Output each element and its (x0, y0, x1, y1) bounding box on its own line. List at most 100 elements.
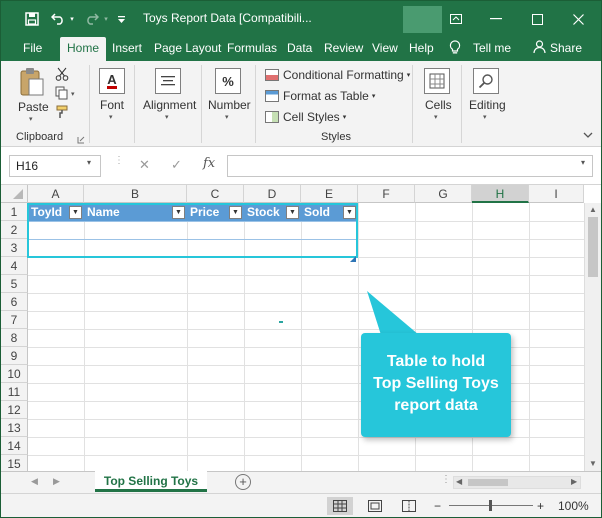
close-icon[interactable] (563, 7, 593, 31)
share-button[interactable]: Share (550, 41, 582, 55)
enter-icon[interactable]: ✓ (171, 157, 182, 173)
row-header[interactable]: 6 (1, 293, 28, 311)
editing-dropdown-icon[interactable]: ▾ (483, 113, 487, 121)
zoom-level[interactable]: 100% (558, 499, 589, 513)
copy-dropdown-icon[interactable]: ▾ (71, 90, 75, 98)
add-sheet-icon[interactable]: + (235, 474, 251, 490)
tell-me-search[interactable]: Tell me (473, 41, 511, 55)
number-format-icon[interactable]: % (215, 68, 241, 94)
paste-dropdown-icon[interactable]: ▾ (29, 115, 33, 123)
tab-page-layout[interactable]: Page Layout (154, 41, 221, 55)
collapse-ribbon-icon[interactable] (583, 129, 595, 139)
row-header[interactable]: 11 (1, 383, 28, 401)
row-header[interactable]: 3 (1, 239, 28, 257)
cells-dropdown-icon[interactable]: ▾ (434, 113, 438, 121)
tab-data[interactable]: Data (287, 41, 312, 55)
zoom-in-icon[interactable]: + (537, 499, 544, 513)
row-header[interactable]: 15 (1, 455, 28, 471)
row-header[interactable]: 10 (1, 365, 28, 383)
scroll-up-icon[interactable]: ▲ (589, 205, 597, 214)
column-header[interactable]: C (187, 185, 244, 203)
sheet-next-icon[interactable]: ▶ (53, 476, 60, 487)
column-header[interactable]: I (529, 185, 584, 203)
page-layout-view-icon[interactable] (362, 497, 388, 515)
page-break-view-icon[interactable] (396, 497, 422, 515)
sheet-prev-icon[interactable]: ◀ (31, 476, 38, 487)
normal-view-icon[interactable] (327, 497, 353, 515)
tab-review[interactable]: Review (324, 41, 363, 55)
column-header[interactable]: G (415, 185, 472, 203)
tab-split-grip-icon[interactable]: ⋮ (441, 475, 451, 485)
cell-styles-button[interactable]: Cell Styles ▾ (265, 110, 346, 124)
vertical-scroll-thumb[interactable] (588, 217, 598, 277)
number-dropdown-icon[interactable]: ▾ (225, 113, 229, 121)
column-header[interactable]: A (28, 185, 84, 203)
formula-expand-icon[interactable]: ▾ (581, 158, 585, 167)
clipboard-launcher-icon[interactable] (77, 133, 85, 144)
cells-button[interactable]: Cells (425, 98, 452, 112)
select-all-corner[interactable] (1, 185, 28, 203)
save-icon[interactable] (21, 9, 43, 29)
row-header[interactable]: 7 (1, 311, 28, 329)
row-header[interactable]: 12 (1, 401, 28, 419)
maximize-icon[interactable] (522, 7, 552, 31)
paste-button[interactable]: Paste (18, 100, 49, 114)
row-header[interactable]: 5 (1, 275, 28, 293)
tab-home[interactable]: Home (60, 37, 107, 61)
name-box-dropdown-icon[interactable]: ▾ (87, 158, 91, 167)
paste-icon[interactable] (19, 67, 45, 97)
sheet-tab-active[interactable]: Top Selling Toys (95, 471, 207, 492)
tab-formulas[interactable]: Formulas (227, 41, 277, 55)
row-header[interactable]: 2 (1, 221, 28, 239)
tab-view[interactable]: View (372, 41, 398, 55)
font-dropdown-icon[interactable]: ▾ (109, 113, 113, 121)
tab-insert[interactable]: Insert (112, 41, 142, 55)
row-header[interactable]: 13 (1, 419, 28, 437)
redo-icon[interactable] (83, 9, 101, 29)
format-as-table-button[interactable]: Format as Table ▾ (265, 89, 375, 103)
undo-icon[interactable] (49, 9, 67, 29)
ribbon-display-options-icon[interactable] (441, 7, 471, 31)
share-user-icon[interactable] (533, 40, 546, 57)
cells-icon[interactable] (424, 68, 450, 94)
customize-icon[interactable] (115, 9, 127, 29)
font-button[interactable]: Font (100, 98, 124, 112)
format-painter-icon[interactable] (56, 105, 70, 119)
row-header[interactable]: 14 (1, 437, 28, 455)
scroll-right-icon[interactable]: ▶ (571, 477, 577, 486)
font-icon[interactable]: A (99, 68, 125, 94)
vertical-scrollbar[interactable]: ▲ ▼ (584, 203, 601, 471)
worksheet-grid[interactable]: A B C D E F G H I 1 2 3 4 5 6 7 8 9 10 1… (1, 185, 601, 471)
column-header-selected[interactable]: H (472, 185, 529, 203)
number-button[interactable]: Number (208, 98, 251, 112)
conditional-formatting-button[interactable]: Conditional Formatting ▾ (265, 68, 410, 82)
editing-button[interactable]: Editing (469, 98, 506, 112)
zoom-out-icon[interactable]: − (434, 499, 441, 513)
alignment-button[interactable]: Alignment (143, 98, 196, 112)
lightbulb-icon[interactable] (449, 40, 461, 58)
tab-help[interactable]: Help (409, 41, 434, 55)
scroll-left-icon[interactable]: ◀ (456, 477, 462, 486)
column-header[interactable]: B (84, 185, 187, 203)
scroll-down-icon[interactable]: ▼ (589, 459, 597, 468)
account-avatar[interactable] (403, 6, 442, 33)
undo-dropdown-icon[interactable]: ▾ (67, 9, 77, 29)
horizontal-scroll-thumb[interactable] (468, 479, 508, 486)
formula-input[interactable] (227, 155, 593, 177)
table-resize-handle-icon[interactable] (350, 251, 356, 262)
insert-function-icon[interactable]: fx (203, 156, 215, 171)
editing-search-icon[interactable] (473, 68, 499, 94)
column-header[interactable]: D (244, 185, 301, 203)
cut-icon[interactable] (55, 67, 69, 81)
minimize-icon[interactable] (481, 7, 511, 31)
alignment-dropdown-icon[interactable]: ▾ (165, 113, 169, 121)
zoom-slider-thumb[interactable] (489, 500, 492, 511)
row-header[interactable]: 4 (1, 257, 28, 275)
column-header[interactable]: F (358, 185, 415, 203)
column-header[interactable]: E (301, 185, 358, 203)
row-header[interactable]: 9 (1, 347, 28, 365)
tab-file[interactable]: File (23, 41, 42, 55)
redo-dropdown-icon[interactable]: ▾ (101, 9, 111, 29)
copy-icon[interactable] (55, 86, 69, 100)
row-header[interactable]: 8 (1, 329, 28, 347)
